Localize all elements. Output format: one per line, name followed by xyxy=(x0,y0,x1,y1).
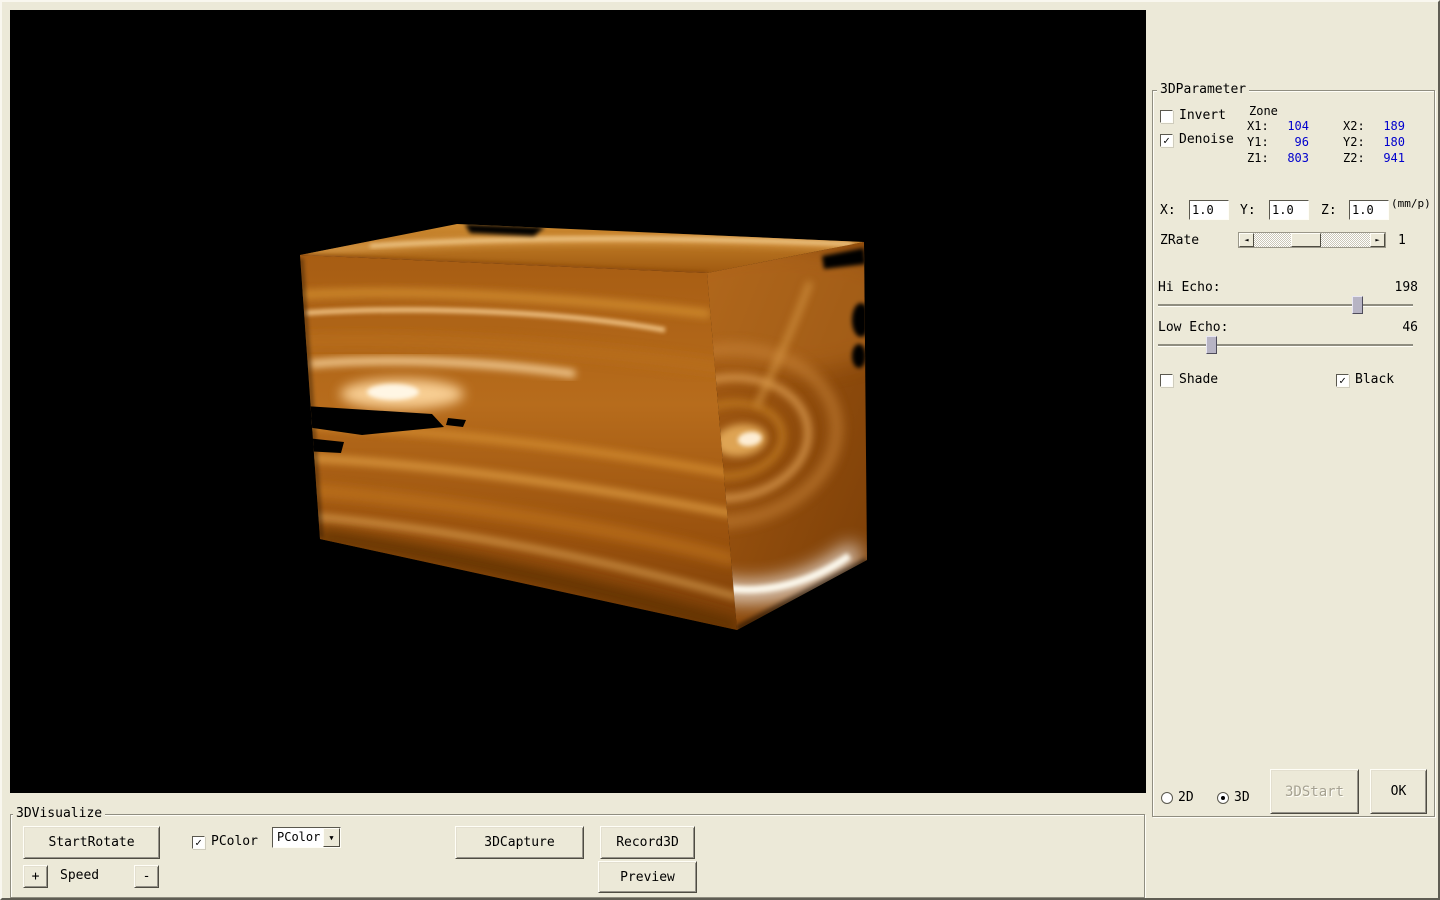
low-echo-value: 46 xyxy=(1402,320,1418,335)
pcolor-label: PColor xyxy=(211,834,258,849)
low-echo-label: Low Echo: xyxy=(1158,320,1228,335)
mode-3d-label: 3D xyxy=(1234,790,1250,805)
visualize-panel-title: 3DVisualize xyxy=(13,806,105,821)
speed-plus-button[interactable]: + xyxy=(23,865,48,888)
zone-z2-label: Z2: xyxy=(1343,151,1365,165)
scale-y-label: Y: xyxy=(1240,203,1256,218)
check-icon: ✓ xyxy=(195,837,202,848)
scale-unit-label: (mm/p) xyxy=(1391,197,1431,210)
scale-x-input[interactable] xyxy=(1189,200,1229,220)
scroll-left-icon: ◄ xyxy=(1244,236,1248,244)
ok-button[interactable]: OK xyxy=(1370,769,1427,814)
zone-y2-value: 180 xyxy=(1369,135,1405,149)
radio-dot-icon xyxy=(1221,796,1225,800)
shade-checkbox[interactable] xyxy=(1160,374,1173,387)
zrate-scrollbar-thumb[interactable] xyxy=(1291,233,1321,247)
hi-echo-slider-track[interactable] xyxy=(1158,304,1413,306)
scroll-right-icon: ► xyxy=(1375,236,1379,244)
shade-label: Shade xyxy=(1179,372,1218,387)
preview-button[interactable]: Preview xyxy=(598,861,697,893)
check-icon: ✓ xyxy=(1163,135,1170,146)
zone-y2-label: Y2: xyxy=(1343,135,1365,149)
low-echo-slider-track[interactable] xyxy=(1158,344,1413,346)
hi-echo-label: Hi Echo: xyxy=(1158,280,1221,295)
low-echo-slider[interactable] xyxy=(1158,335,1413,355)
volume-render xyxy=(10,10,1146,793)
zrate-scroll-right-button[interactable]: ► xyxy=(1370,233,1385,247)
scale-z-label: Z: xyxy=(1321,203,1337,218)
zone-z2-value: 941 xyxy=(1369,151,1405,165)
mode-2d-label: 2D xyxy=(1178,790,1194,805)
speed-label: Speed xyxy=(60,868,99,883)
low-echo-slider-thumb[interactable] xyxy=(1206,336,1217,354)
pcolor-dropdown-value: PColor xyxy=(277,830,320,844)
zone-x2-label: X2: xyxy=(1343,119,1365,133)
black-label: Black xyxy=(1355,372,1394,387)
chevron-down-icon: ▼ xyxy=(329,834,333,842)
check-icon: ✓ xyxy=(1339,375,1346,386)
denoise-checkbox[interactable]: ✓ xyxy=(1160,134,1173,147)
zone-x2-value: 189 xyxy=(1369,119,1405,133)
hi-echo-value: 198 xyxy=(1395,280,1418,295)
render-viewport[interactable] xyxy=(10,10,1146,793)
mode-3d-radio[interactable] xyxy=(1217,792,1229,804)
zone-z1-value: 803 xyxy=(1273,151,1309,165)
zrate-value: 1 xyxy=(1398,233,1406,248)
zone-x1-value: 104 xyxy=(1273,119,1309,133)
speed-minus-button[interactable]: - xyxy=(134,865,159,888)
scale-x-label: X: xyxy=(1160,203,1176,218)
invert-checkbox[interactable] xyxy=(1160,110,1173,123)
zone-z1-label: Z1: xyxy=(1247,151,1269,165)
pcolor-checkbox[interactable]: ✓ xyxy=(192,836,205,849)
zrate-label: ZRate xyxy=(1160,233,1199,248)
zrate-scrollbar[interactable]: ◄ ► xyxy=(1238,232,1386,248)
pcolor-dropdown-button[interactable]: ▼ xyxy=(323,828,340,847)
hi-echo-slider-thumb[interactable] xyxy=(1352,296,1363,314)
denoise-label: Denoise xyxy=(1179,132,1234,147)
capture-3d-button[interactable]: 3DCapture xyxy=(455,826,584,859)
visualize-groupbox: 3DVisualize StartRotate ✓ PColor PColor … xyxy=(10,814,1145,898)
zone-y1-value: 96 xyxy=(1273,135,1309,149)
invert-label: Invert xyxy=(1179,108,1226,123)
record-3d-button[interactable]: Record3D xyxy=(600,826,695,859)
black-checkbox[interactable]: ✓ xyxy=(1336,374,1349,387)
pcolor-dropdown[interactable]: PColor ▼ xyxy=(272,827,341,848)
parameter-panel-title: 3DParameter xyxy=(1157,82,1249,97)
zrate-scroll-left-button[interactable]: ◄ xyxy=(1239,233,1254,247)
parameter-groupbox: 3DParameter Invert ✓ Denoise Zone X1: 10… xyxy=(1152,90,1435,817)
scale-y-input[interactable] xyxy=(1269,200,1309,220)
hi-echo-slider[interactable] xyxy=(1158,295,1413,315)
zone-y1-label: Y1: xyxy=(1247,135,1269,149)
app-window: 3DParameter Invert ✓ Denoise Zone X1: 10… xyxy=(0,0,1440,900)
start-3d-button[interactable]: 3DStart xyxy=(1270,769,1359,814)
zone-x1-label: X1: xyxy=(1247,119,1269,133)
scale-z-input[interactable] xyxy=(1349,200,1389,220)
start-rotate-button[interactable]: StartRotate xyxy=(23,826,160,859)
zone-title: Zone xyxy=(1249,104,1278,118)
mode-2d-radio[interactable] xyxy=(1161,792,1173,804)
